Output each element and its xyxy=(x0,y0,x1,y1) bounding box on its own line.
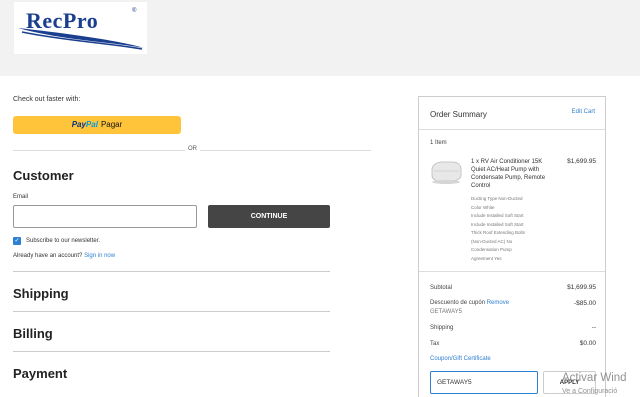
product-option: Include Installed Soft Start xyxy=(471,213,524,218)
product-option: Condensation Pump xyxy=(471,247,512,252)
tax-value: $0.00 xyxy=(579,340,596,347)
product-option: Color White xyxy=(471,204,495,210)
email-label: Email xyxy=(13,194,29,200)
product-option: Ducting Type Non-Ducted xyxy=(471,196,523,201)
product-option: Thick Roof Extending Bolts xyxy=(471,230,526,235)
account-prompt-text: Already have an account? xyxy=(13,253,83,259)
edit-cart-link[interactable]: Edit Cart xyxy=(572,109,595,115)
newsletter-label: Subscribe to our newsletter. xyxy=(26,237,101,244)
coupon-discount: Descuento de cupón Remove xyxy=(430,300,509,306)
section-divider xyxy=(13,271,330,272)
product-option: Include Installed Soft Start xyxy=(471,221,524,227)
subtotal-label: Subtotal xyxy=(430,285,453,291)
sign-in-link[interactable]: Sign in now xyxy=(84,253,115,259)
paypal-action-label: Pagar xyxy=(100,120,123,129)
section-divider xyxy=(13,351,330,352)
logo-registered-mark: ® xyxy=(132,8,137,14)
subtotal-value: $1,699.95 xyxy=(567,284,596,291)
customer-heading: Customer xyxy=(13,168,74,183)
item-count: 1 Item xyxy=(430,140,447,146)
shipping-label: Shipping xyxy=(430,325,454,331)
air-conditioner-image xyxy=(431,161,462,184)
shipping-heading: Shipping xyxy=(13,286,69,301)
remove-coupon-link[interactable]: Remove xyxy=(487,300,509,306)
shipping-value: -- xyxy=(591,324,596,331)
paypal-button[interactable]: PayPal Pagar xyxy=(13,116,181,134)
or-text: OR xyxy=(185,146,200,152)
coupon-discount-label: Descuento de cupón xyxy=(430,300,486,306)
email-field[interactable] xyxy=(13,205,197,228)
newsletter-checkbox[interactable]: ✓ xyxy=(13,236,21,245)
newsletter-subscribe: ✓ Subscribe to our newsletter. xyxy=(13,236,100,245)
product-name: 1 x RV Air Conditioner 15K Quiet AC/Heat… xyxy=(471,159,546,189)
product-option: Agreement Yes xyxy=(471,255,502,261)
windows-activation-watermark: Activar Wind xyxy=(562,372,627,384)
coupon-code-input[interactable] xyxy=(430,371,538,394)
coupon-discount-value: -$85.00 xyxy=(573,300,596,307)
paypal-brand-pay: Pay xyxy=(71,120,86,129)
product-options: Ducting Type Non-Ducted Color White Incl… xyxy=(471,195,557,263)
order-summary: Order Summary Edit Cart 1 Item 1 x RV Ai… xyxy=(418,96,606,397)
account-prompt: Already have an account? Sign in now xyxy=(13,253,115,259)
coupon-gift-certificate-link[interactable]: Coupon/Gift Certificate xyxy=(430,356,491,362)
payment-heading: Payment xyxy=(13,366,68,381)
billing-heading: Billing xyxy=(13,326,53,341)
product-option: (Non-Ducted AC) No xyxy=(471,238,513,244)
product-price: $1,699.95 xyxy=(567,158,596,165)
recpro-logo[interactable]: RecPro ® xyxy=(14,2,147,54)
express-checkout-label: Check out faster with: xyxy=(13,96,81,103)
paypal-brand-pal: Pal xyxy=(85,120,98,129)
coupon-code: GETAWAY5 xyxy=(430,309,463,315)
summary-divider xyxy=(419,271,605,272)
order-summary-title: Order Summary xyxy=(430,110,487,119)
site-header: RecPro ® xyxy=(0,0,640,76)
summary-divider xyxy=(419,129,605,130)
windows-activation-watermark-sub: Ve a Configuració xyxy=(562,388,618,395)
continue-button[interactable]: CONTINUE xyxy=(208,205,330,228)
logo-swoosh-icon xyxy=(18,28,144,50)
tax-label: Tax xyxy=(430,341,440,347)
section-divider xyxy=(13,311,330,312)
